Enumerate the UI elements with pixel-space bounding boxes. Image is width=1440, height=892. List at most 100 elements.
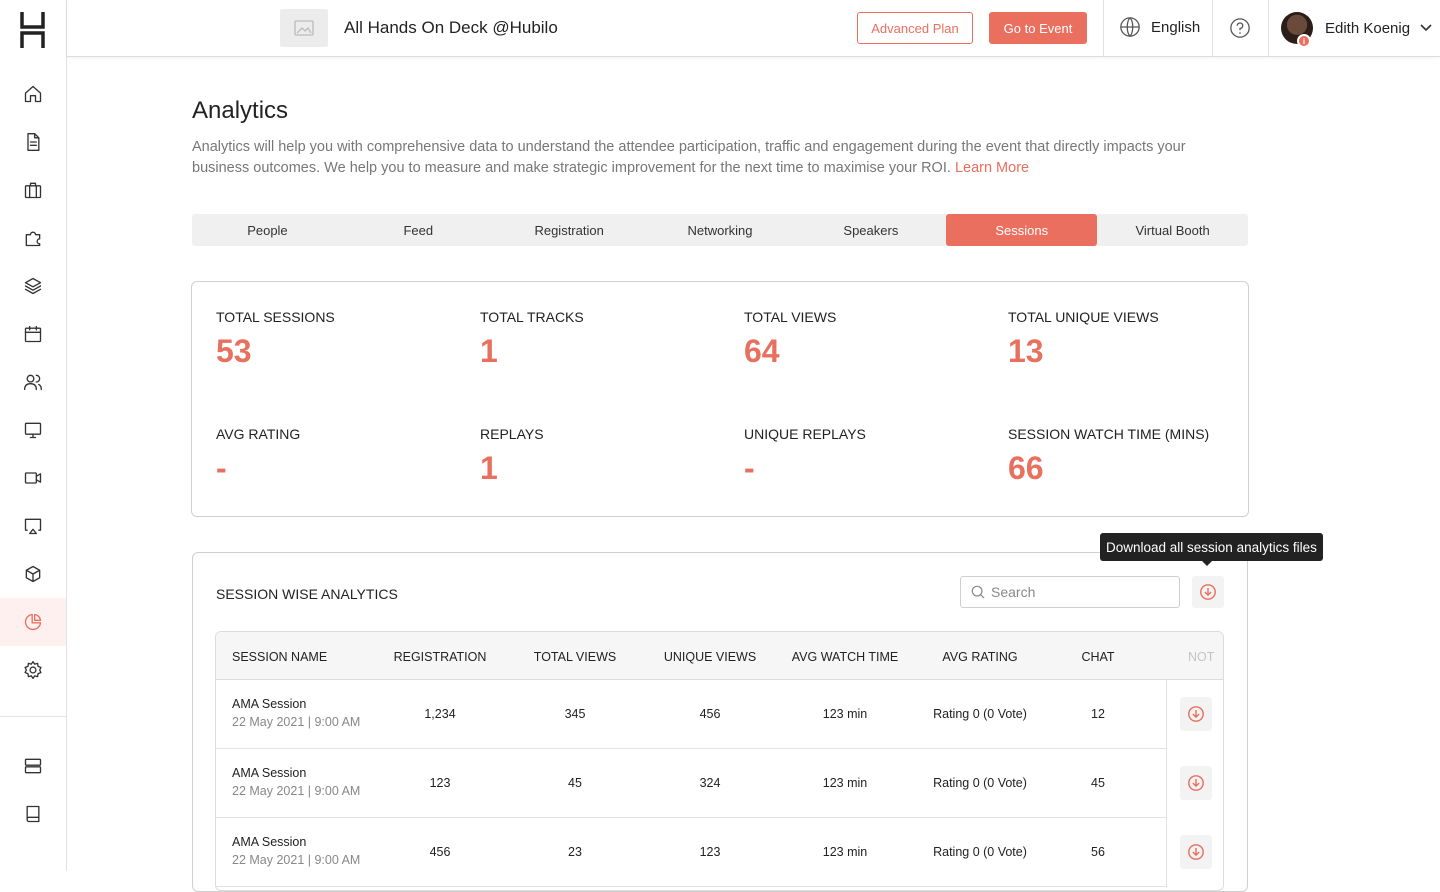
monitor-icon[interactable] bbox=[0, 406, 66, 454]
download-all-button[interactable] bbox=[1192, 576, 1224, 608]
avg-rating-cell: Rating 0 (0 Vote) bbox=[933, 707, 1027, 721]
chat-cell: 12 bbox=[1091, 707, 1105, 721]
search-input[interactable]: Search bbox=[960, 576, 1180, 608]
stat-value: 64 bbox=[744, 333, 780, 369]
session-name: AMA Session bbox=[232, 766, 307, 780]
pie-chart-icon[interactable] bbox=[0, 598, 66, 646]
row-download-button[interactable] bbox=[1180, 766, 1212, 800]
gear-icon[interactable] bbox=[0, 646, 66, 694]
chat-cell: 56 bbox=[1091, 845, 1105, 859]
column-header[interactable]: CHAT bbox=[1081, 650, 1114, 664]
calendar-icon[interactable] bbox=[0, 310, 66, 358]
stat-label: TOTAL UNIQUE VIEWS bbox=[1008, 309, 1159, 325]
stat-label: TOTAL TRACKS bbox=[480, 309, 584, 325]
topbar-divider bbox=[1103, 0, 1104, 57]
download-tooltip: Download all session analytics files bbox=[1100, 533, 1323, 566]
stat-session-watch-time: SESSION WATCH TIME (MINS) 66 bbox=[1008, 426, 1209, 487]
unique-views-cell: 123 bbox=[699, 845, 721, 859]
stat-value: - bbox=[744, 450, 755, 486]
screencast-icon[interactable] bbox=[0, 502, 66, 550]
avg-rating-cell: Rating 0 (0 Vote) bbox=[933, 776, 1027, 790]
language-label: English bbox=[1151, 18, 1201, 36]
column-header[interactable]: AVG WATCH TIME bbox=[792, 650, 898, 664]
stat-total-tracks: TOTAL TRACKS 1 bbox=[480, 309, 584, 370]
user-menu[interactable]: i Edith Koenig bbox=[1281, 12, 1432, 48]
stat-unique-replays: UNIQUE REPLAYS - bbox=[744, 426, 866, 487]
table-row[interactable]: AMA Session 22 May 2021 | 9:00 AM 456 23… bbox=[216, 818, 1223, 887]
tab-networking[interactable]: Networking bbox=[645, 214, 796, 246]
top-bar: All Hands On Deck @Hubilo Advanced Plan … bbox=[67, 0, 1440, 57]
image-icon bbox=[294, 20, 314, 36]
column-header[interactable]: TOTAL VIEWS bbox=[534, 650, 616, 664]
table-row[interactable]: AMA Session 22 May 2021 | 9:00 AM 123 45… bbox=[216, 749, 1223, 818]
stat-value: 13 bbox=[1008, 333, 1044, 369]
server-icon[interactable] bbox=[0, 742, 66, 790]
user-name: Edith Koenig bbox=[1325, 19, 1411, 37]
language-selector[interactable]: English bbox=[1119, 16, 1200, 38]
download-icon bbox=[1188, 844, 1204, 860]
column-header-truncated[interactable]: NOT bbox=[1188, 650, 1214, 664]
tab-virtual-booth[interactable]: Virtual Booth bbox=[1097, 214, 1248, 246]
column-header[interactable]: REGISTRATION bbox=[394, 650, 487, 664]
learn-more-link[interactable]: Learn More bbox=[955, 160, 1029, 176]
avg-rating-cell: Rating 0 (0 Vote) bbox=[933, 845, 1027, 859]
box-icon[interactable] bbox=[0, 550, 66, 598]
people-icon[interactable] bbox=[0, 358, 66, 406]
stat-replays: REPLAYS 1 bbox=[480, 426, 544, 487]
unique-views-cell: 456 bbox=[699, 707, 721, 721]
layers-icon[interactable] bbox=[0, 262, 66, 310]
briefcase-icon[interactable] bbox=[0, 166, 66, 214]
session-table: SESSION NAME REGISTRATION TOTAL VIEWS UN… bbox=[215, 631, 1224, 891]
question-icon bbox=[1230, 18, 1250, 38]
hubilo-logo[interactable] bbox=[20, 12, 45, 48]
stat-label: SESSION WATCH TIME (MINS) bbox=[1008, 426, 1210, 442]
home-icon[interactable] bbox=[0, 70, 66, 118]
tab-sessions[interactable]: Sessions bbox=[946, 214, 1098, 246]
total-views-cell: 45 bbox=[568, 776, 582, 790]
tab-registration[interactable]: Registration bbox=[494, 214, 645, 246]
book-icon[interactable] bbox=[0, 790, 66, 838]
stat-total-sessions: TOTAL SESSIONS 53 bbox=[216, 309, 335, 370]
column-header[interactable]: SESSION NAME bbox=[232, 650, 327, 664]
session-name: AMA Session bbox=[232, 697, 307, 711]
sidebar bbox=[0, 0, 67, 871]
download-icon bbox=[1200, 584, 1216, 600]
registration-cell: 123 bbox=[429, 776, 451, 790]
puzzle-icon[interactable] bbox=[0, 214, 66, 262]
total-views-cell: 345 bbox=[564, 707, 586, 721]
tab-people[interactable]: People bbox=[192, 214, 343, 246]
stat-label: UNIQUE REPLAYS bbox=[744, 426, 866, 442]
page-title: Analytics bbox=[192, 97, 289, 124]
event-image-placeholder bbox=[280, 9, 328, 47]
video-icon[interactable] bbox=[0, 454, 66, 502]
row-download-button[interactable] bbox=[1180, 835, 1212, 869]
stats-card: TOTAL SESSIONS 53 TOTAL TRACKS 1 TOTAL V… bbox=[191, 281, 1249, 517]
document-icon[interactable] bbox=[0, 118, 66, 166]
avg-watch-time-cell: 123 min bbox=[822, 845, 868, 859]
stat-label: TOTAL VIEWS bbox=[744, 309, 837, 325]
row-actions bbox=[1166, 680, 1223, 749]
stat-value: 1 bbox=[480, 333, 498, 369]
go-to-event-button[interactable]: Go to Event bbox=[989, 12, 1087, 44]
search-placeholder: Search bbox=[991, 584, 1036, 600]
row-download-button[interactable] bbox=[1180, 697, 1212, 731]
sidebar-divider bbox=[0, 716, 66, 717]
page-description: Analytics will help you with comprehensi… bbox=[192, 137, 1242, 179]
tab-speakers[interactable]: Speakers bbox=[795, 214, 946, 246]
column-header[interactable]: UNIQUE VIEWS bbox=[664, 650, 756, 664]
help-button[interactable] bbox=[1229, 17, 1251, 44]
advanced-plan-button[interactable]: Advanced Plan bbox=[857, 12, 973, 44]
tab-feed[interactable]: Feed bbox=[343, 214, 494, 246]
avg-watch-time-cell: 123 min bbox=[822, 776, 868, 790]
table-row[interactable]: AMA Session 22 May 2021 | 9:00 AM 1,234 … bbox=[216, 680, 1223, 749]
stat-label: TOTAL SESSIONS bbox=[216, 309, 335, 325]
row-actions bbox=[1166, 818, 1223, 887]
avatar-info-badge: i bbox=[1297, 34, 1311, 48]
registration-cell: 1,234 bbox=[424, 707, 456, 721]
stat-value: 1 bbox=[480, 450, 498, 486]
column-header[interactable]: AVG RATING bbox=[942, 650, 1017, 664]
stat-avg-rating: AVG RATING - bbox=[216, 426, 300, 487]
stat-label: REPLAYS bbox=[480, 426, 544, 442]
download-icon bbox=[1188, 706, 1204, 722]
session-date: 22 May 2021 | 9:00 AM bbox=[232, 784, 361, 798]
